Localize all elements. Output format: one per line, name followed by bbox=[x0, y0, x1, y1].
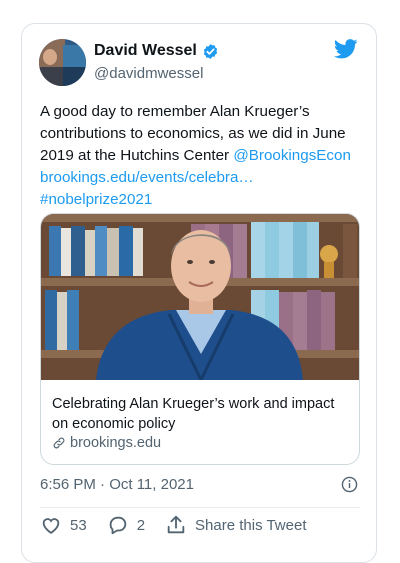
link-card-title[interactable]: Celebrating Alan Krueger’s work and impa… bbox=[52, 394, 352, 434]
tweet-timestamp[interactable]: 6:56 PM · Oct 11, 2021 bbox=[40, 476, 194, 493]
reply-icon bbox=[109, 516, 126, 535]
divider bbox=[40, 507, 360, 508]
author-name-row[interactable]: David Wessel bbox=[94, 42, 219, 60]
author-name[interactable]: David Wessel bbox=[94, 42, 197, 60]
tweet-text-line: A good day to remember Alan Krueger’s bbox=[40, 103, 310, 120]
share-label: Share this Tweet bbox=[195, 516, 307, 534]
author-handle[interactable]: @davidmwessel bbox=[94, 65, 203, 82]
link-preview-image[interactable] bbox=[41, 214, 360, 380]
info-icon[interactable] bbox=[341, 476, 358, 493]
link-card-domain: brookings.edu bbox=[70, 435, 162, 451]
url-link[interactable]: brookings.edu/events/celebra… bbox=[40, 167, 370, 189]
twitter-bird-icon[interactable] bbox=[334, 39, 358, 59]
avatar[interactable] bbox=[39, 39, 86, 86]
mention-link[interactable]: @BrookingsEcon bbox=[233, 147, 351, 164]
tweet-text-line: 2019 at the Hutchins Center bbox=[40, 147, 234, 164]
link-icon bbox=[53, 437, 65, 449]
link-card-domain-row[interactable]: brookings.edu bbox=[52, 435, 161, 451]
reply-count: 2 bbox=[136, 516, 146, 534]
link-preview-card[interactable]: Celebrating Alan Krueger’s work and impa… bbox=[40, 213, 360, 465]
tweet-actions: 53 2 Share this Tweet bbox=[40, 514, 326, 536]
share-button[interactable]: Share this Tweet bbox=[165, 514, 306, 536]
like-button[interactable]: 53 bbox=[40, 514, 87, 536]
tweet-card[interactable]: David Wessel @davidmwessel A good day to… bbox=[21, 23, 377, 563]
tweet-text-line: contributions to economics, as we did in… bbox=[40, 125, 346, 142]
like-count: 53 bbox=[70, 516, 87, 534]
verified-badge-icon bbox=[203, 43, 218, 59]
tweet-text: A good day to remember Alan Krueger’s co… bbox=[40, 101, 370, 211]
heart-icon bbox=[42, 518, 60, 534]
share-icon bbox=[167, 515, 185, 534]
hashtag-link[interactable]: #nobelprize2021 bbox=[40, 189, 370, 211]
reply-button[interactable]: 2 bbox=[107, 514, 145, 536]
